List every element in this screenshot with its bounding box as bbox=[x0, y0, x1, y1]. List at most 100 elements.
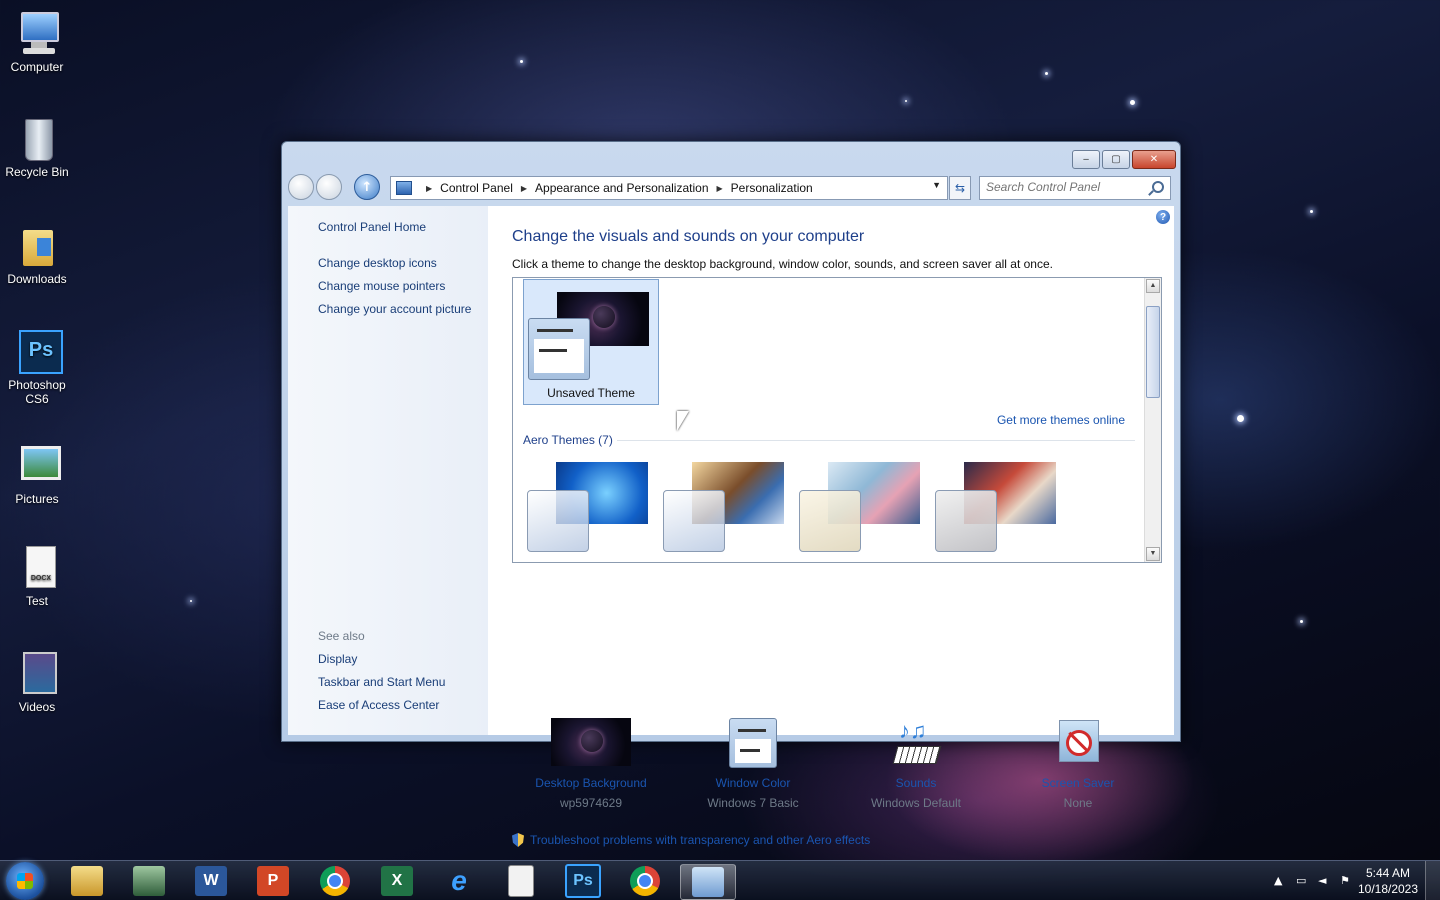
sidebar-link-home[interactable]: Control Panel Home bbox=[318, 220, 426, 234]
theme-list[interactable]: Unsaved Theme Get more themes online Aer… bbox=[512, 277, 1162, 563]
search-icon[interactable] bbox=[1152, 181, 1164, 193]
theme-settings: Desktop Background wp5974629 Window Colo… bbox=[512, 718, 1162, 818]
excel-icon: X bbox=[381, 866, 413, 896]
breadcrumb-personalization[interactable]: Personalization bbox=[731, 181, 813, 195]
theme-aero-characters[interactable] bbox=[799, 460, 923, 556]
refresh-button[interactable]: ⇆ bbox=[949, 176, 971, 200]
theme-list-scrollbar[interactable]: ▲ ▼ bbox=[1144, 278, 1161, 562]
theme-unsaved[interactable]: Unsaved Theme bbox=[523, 279, 659, 405]
sidebar-link-account-picture[interactable]: Change your account picture bbox=[318, 302, 471, 316]
desktop-background-setting[interactable]: Desktop Background wp5974629 bbox=[516, 718, 666, 810]
taskbar-excel[interactable]: X bbox=[370, 864, 424, 898]
sounds-link[interactable]: Sounds bbox=[841, 776, 991, 790]
window-color-setting[interactable]: Window Color Windows 7 Basic bbox=[678, 718, 828, 810]
help-icon[interactable]: ? bbox=[1156, 210, 1170, 224]
desktop-icon-label: Downloads bbox=[7, 272, 67, 286]
star bbox=[190, 600, 192, 602]
folder-shortcut-icon bbox=[13, 222, 61, 270]
minimize-button[interactable]: ‒ bbox=[1072, 150, 1100, 169]
show-hidden-icons-icon[interactable]: ▲ bbox=[1274, 874, 1288, 888]
taskbar-task-manager[interactable] bbox=[122, 864, 176, 898]
scroll-up-arrow-icon[interactable]: ▲ bbox=[1146, 279, 1160, 293]
taskbar-file-explorer[interactable] bbox=[60, 864, 114, 898]
chevron-right-icon[interactable]: ▶ bbox=[426, 184, 432, 193]
get-more-themes-link[interactable]: Get more themes online bbox=[997, 413, 1125, 427]
control-panel-icon bbox=[396, 181, 412, 195]
scroll-down-arrow-icon[interactable]: ▼ bbox=[1146, 547, 1160, 561]
screen-saver-value: None bbox=[1063, 796, 1093, 810]
content-area: Control Panel Home Change desktop icons … bbox=[288, 206, 1174, 847]
theme-aero-landscapes[interactable] bbox=[935, 460, 1059, 556]
up-button[interactable]: ↑ bbox=[354, 174, 380, 200]
address-bar[interactable]: ▶ Control Panel ▶ Appearance and Persona… bbox=[390, 176, 948, 200]
desktop-icon-label: Recycle Bin bbox=[5, 165, 69, 179]
taskbar-chrome-2[interactable] bbox=[618, 864, 672, 898]
system-tray: ▲ ▭ ◄ ⚑ bbox=[1274, 874, 1354, 888]
taskbar: W P X e Ps ▲ ▭ ◄ ⚑ 5:44 AM 10/18/2023 bbox=[0, 860, 1440, 900]
star bbox=[1130, 100, 1135, 105]
title-bar[interactable]: ‒ ▢ ✕ bbox=[282, 142, 1180, 174]
breadcrumb-control-panel[interactable]: Control Panel bbox=[440, 181, 513, 195]
window-color-value: Windows 7 Basic bbox=[707, 796, 799, 810]
desktop-icon-test[interactable]: DOCX Test bbox=[4, 544, 70, 608]
chrome-icon bbox=[630, 866, 660, 896]
maximize-button[interactable]: ▢ bbox=[1102, 150, 1130, 169]
start-button[interactable] bbox=[6, 862, 44, 900]
breadcrumb-appearance[interactable]: Appearance and Personalization bbox=[535, 181, 708, 195]
page-description: Click a theme to change the desktop back… bbox=[512, 257, 1053, 271]
sounds-value: Windows Default bbox=[870, 796, 962, 810]
chevron-right-icon[interactable]: ▶ bbox=[717, 184, 723, 193]
clock[interactable]: 5:44 AM 10/18/2023 bbox=[1356, 865, 1420, 897]
windows-logo-icon bbox=[17, 873, 33, 889]
chevron-down-icon[interactable]: ▼ bbox=[932, 180, 941, 190]
taskbar-powerpoint[interactable]: P bbox=[246, 864, 300, 898]
back-button[interactable] bbox=[288, 174, 314, 200]
taskbar-internet-explorer[interactable]: e bbox=[432, 864, 486, 898]
search-box[interactable] bbox=[979, 176, 1171, 200]
search-input[interactable] bbox=[980, 177, 1146, 197]
action-center-flag-icon[interactable]: ⚑ bbox=[1340, 874, 1354, 888]
theme-aero-windows7[interactable] bbox=[527, 460, 651, 556]
taskbar-control-panel[interactable] bbox=[680, 864, 736, 900]
sidebar-link-mouse-pointers[interactable]: Change mouse pointers bbox=[318, 279, 445, 293]
theme-aero-architecture[interactable] bbox=[663, 460, 787, 556]
taskbar-calculator[interactable] bbox=[494, 864, 548, 898]
desktop-icon-photoshop[interactable]: Ps Photoshop CS6 bbox=[4, 328, 70, 406]
window-color-link[interactable]: Window Color bbox=[678, 776, 828, 790]
sidebar-link-desktop-icons[interactable]: Change desktop icons bbox=[318, 256, 437, 270]
word-icon: W bbox=[195, 866, 227, 896]
star bbox=[1045, 72, 1048, 75]
window-color-icon bbox=[712, 718, 794, 768]
screen-saver-setting[interactable]: Screen Saver None bbox=[1003, 718, 1153, 810]
desktop-icon-downloads[interactable]: Downloads bbox=[4, 222, 70, 286]
desktop-icon-computer[interactable]: Computer bbox=[4, 10, 70, 74]
taskbar-chrome[interactable] bbox=[308, 864, 362, 898]
taskbar-word[interactable]: W bbox=[184, 864, 238, 898]
volume-muted-icon[interactable]: ◄ bbox=[1318, 874, 1332, 888]
sounds-setting[interactable]: ♪♫ Sounds Windows Default bbox=[841, 718, 991, 810]
sidebar-link-display[interactable]: Display bbox=[318, 652, 357, 666]
sidebar-link-taskbar[interactable]: Taskbar and Start Menu bbox=[318, 675, 445, 689]
sidebar-link-ease-of-access[interactable]: Ease of Access Center bbox=[318, 698, 439, 712]
desktop-icon-videos[interactable]: Videos bbox=[4, 650, 70, 714]
see-also-heading: See also bbox=[318, 629, 365, 643]
screen-saver-icon bbox=[1037, 718, 1119, 768]
computer-icon bbox=[13, 10, 61, 58]
troubleshoot-link[interactable]: Troubleshoot problems with transparency … bbox=[512, 833, 870, 847]
recycle-bin-icon bbox=[13, 115, 61, 163]
troubleshoot-label[interactable]: Troubleshoot problems with transparency … bbox=[530, 833, 870, 847]
aero-themes-heading: Aero Themes (7) bbox=[523, 433, 613, 447]
network-icon[interactable]: ▭ bbox=[1296, 874, 1310, 888]
desktop-background-link[interactable]: Desktop Background bbox=[516, 776, 666, 790]
taskbar-photoshop[interactable]: Ps bbox=[556, 864, 610, 898]
show-desktop-button[interactable] bbox=[1425, 861, 1440, 900]
forward-button[interactable] bbox=[316, 174, 342, 200]
scroll-thumb[interactable] bbox=[1146, 306, 1160, 398]
screen-saver-link[interactable]: Screen Saver bbox=[1003, 776, 1153, 790]
shield-icon bbox=[512, 833, 524, 847]
internet-explorer-icon: e bbox=[451, 865, 467, 896]
desktop-icon-pictures[interactable]: Pictures bbox=[4, 442, 70, 506]
chevron-right-icon[interactable]: ▶ bbox=[521, 184, 527, 193]
desktop-icon-recycle-bin[interactable]: Recycle Bin bbox=[4, 115, 70, 179]
close-button[interactable]: ✕ bbox=[1132, 150, 1176, 169]
